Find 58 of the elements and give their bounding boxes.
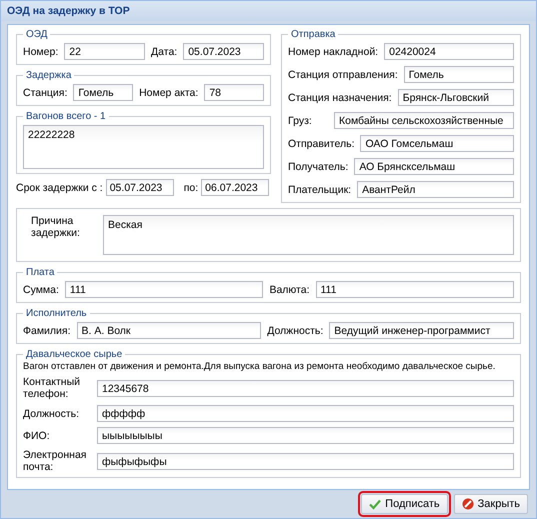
field-label: Должность: bbox=[23, 408, 80, 420]
field-label: Причина задержки: bbox=[30, 215, 81, 241]
group-title: Отправка bbox=[290, 29, 336, 40]
field-label: Станция: bbox=[23, 86, 68, 98]
window-title: ОЭД на задержку в ТОР bbox=[1, 1, 536, 21]
input-field[interactable]: 02420024 bbox=[384, 43, 514, 60]
field-label: Сумма: bbox=[23, 284, 59, 296]
group-title: Давальческое сырье bbox=[25, 349, 124, 360]
field-label: Валюта: bbox=[269, 284, 310, 296]
input-field[interactable]: фыфыфыфы bbox=[97, 452, 514, 470]
field-label: по: bbox=[184, 182, 198, 194]
input-field[interactable]: 12345678 bbox=[97, 380, 514, 396]
notice-text: Вагон отставлен от движения и ремонта.Для выпуска вагона из ремонта необходимо давальческое сырье. bbox=[23, 361, 496, 372]
input-field[interactable]: 22 bbox=[64, 43, 146, 60]
input-field[interactable]: Ведущий инженер-программист bbox=[329, 322, 514, 339]
group-title: ОЭД bbox=[25, 29, 48, 40]
field-label: ФИО: bbox=[23, 430, 51, 442]
input-field[interactable]: В. А. Волк bbox=[76, 322, 262, 339]
field-label: Номер акта: bbox=[139, 86, 198, 98]
input-field[interactable]: 111 bbox=[64, 281, 264, 298]
field-label: Номер: bbox=[23, 46, 58, 58]
input-field[interactable]: Гомель bbox=[73, 84, 134, 101]
field-label: Номер накладной: bbox=[288, 46, 378, 58]
input-field[interactable]: Брянск-Льговский bbox=[398, 89, 514, 106]
input-field[interactable]: АвантРейл bbox=[357, 181, 514, 198]
field-label: Должность: bbox=[267, 324, 324, 336]
field-label: Отправитель: bbox=[288, 138, 354, 150]
field-label: Фамилия: bbox=[23, 324, 71, 336]
text-area[interactable]: 22222228 bbox=[23, 125, 264, 169]
input-field[interactable]: АО Брянсксельмаш bbox=[354, 158, 514, 175]
input-field[interactable]: 111 bbox=[316, 281, 514, 298]
group-title: Плата bbox=[25, 267, 56, 278]
checkmark-icon bbox=[369, 498, 382, 510]
group-title: Исполнитель bbox=[25, 308, 88, 319]
input-field[interactable]: ффффф bbox=[97, 405, 514, 422]
field-label: Дата: bbox=[151, 46, 178, 58]
field-label: Станция назначения: bbox=[288, 92, 392, 104]
field-label: Электронная почта: bbox=[23, 449, 88, 473]
field-label: Контактный телефон: bbox=[23, 376, 82, 400]
group-title: Вагонов всего - 1 bbox=[25, 111, 107, 122]
text-area[interactable]: Веская bbox=[103, 215, 514, 255]
input-field[interactable]: Гомель bbox=[404, 66, 514, 83]
input-field[interactable]: ыыыыыыыы bbox=[97, 427, 514, 444]
sign-button[interactable]: Подписать bbox=[361, 494, 448, 514]
field-label: Срок задержки с : bbox=[16, 182, 103, 194]
field-label: Груз: bbox=[288, 114, 313, 126]
input-field[interactable]: 05.07.2023 bbox=[183, 43, 264, 60]
group-title: Задержка bbox=[25, 70, 72, 81]
input-field[interactable]: 06.07.2023 bbox=[201, 179, 270, 196]
field-label: Плательщик: bbox=[288, 184, 352, 196]
input-field[interactable]: ОАО Гомсельмаш bbox=[360, 135, 514, 152]
input-field[interactable]: 05.07.2023 bbox=[106, 179, 174, 196]
field-label: Получатель: bbox=[288, 160, 348, 172]
close-button[interactable]: Закрыть bbox=[454, 494, 528, 514]
input-field[interactable]: 78 bbox=[204, 84, 264, 101]
no-entry-icon bbox=[462, 498, 474, 510]
field-label: Станция отправления: bbox=[288, 68, 398, 80]
input-field[interactable]: Комбайны сельскохозяйственные bbox=[334, 112, 514, 129]
